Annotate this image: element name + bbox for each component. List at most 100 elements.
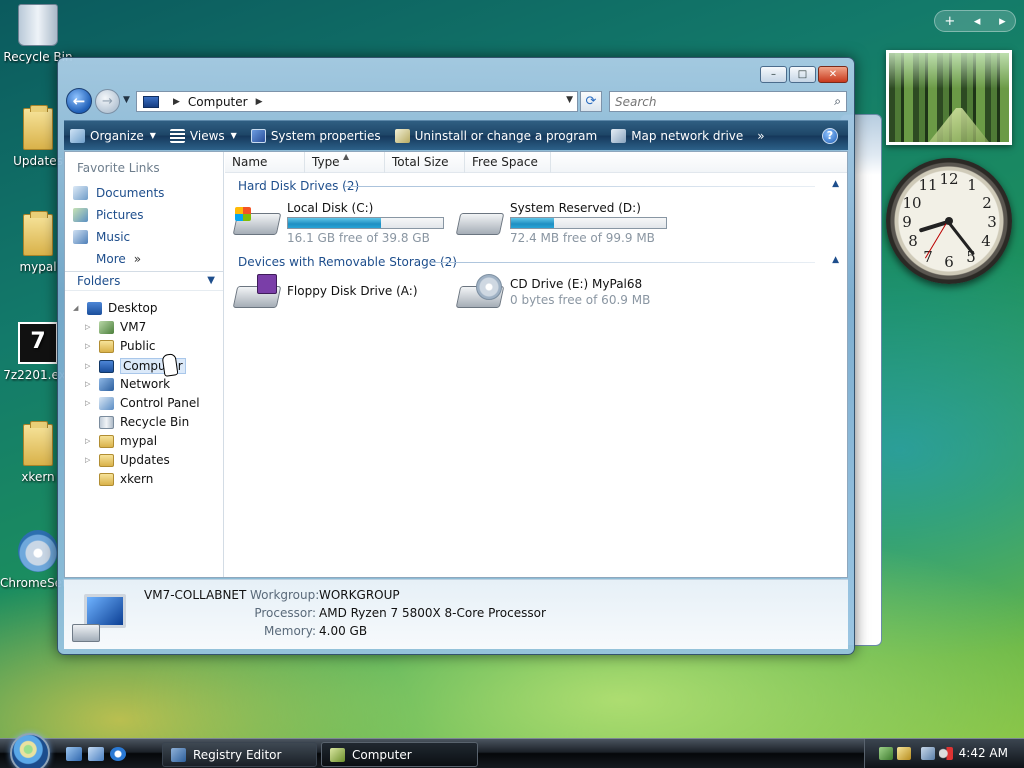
breadcrumb-arrow-icon[interactable]: ▶ — [256, 97, 263, 107]
expand-arrow-icon[interactable]: ▷ — [85, 456, 95, 464]
views-button[interactable]: Views ▼ — [169, 128, 237, 143]
tree-label: Control Panel — [120, 396, 200, 410]
expand-arrow-icon[interactable]: ▷ — [85, 323, 95, 331]
desktop-icon-recycle-bin[interactable]: Recycle Bin — [0, 4, 76, 64]
collapse-group-icon[interactable]: ▲ — [832, 179, 839, 189]
tree-item-public[interactable]: ▷ Public — [85, 339, 156, 353]
favorite-music[interactable]: Music — [73, 230, 130, 244]
recycle-bin-icon — [18, 4, 58, 46]
collapse-group-icon[interactable]: ▲ — [832, 255, 839, 265]
group-header-hard-disk-drives[interactable]: Hard Disk Drives (2) — [238, 179, 359, 193]
group-divider — [430, 262, 815, 263]
expand-arrow-icon[interactable]: ▷ — [85, 437, 95, 445]
drive-floppy-a[interactable]: Floppy Disk Drive (A:) — [232, 274, 418, 312]
security-center-icon[interactable] — [897, 747, 911, 760]
close-button[interactable]: ✕ — [818, 66, 848, 83]
switch-windows-icon[interactable] — [88, 747, 104, 761]
next-gadget-button[interactable]: ▸ — [999, 14, 1006, 29]
clock-number: 10 — [902, 194, 922, 212]
drive-name: Local Disk (C:) — [287, 201, 374, 215]
favorite-pictures[interactable]: Pictures — [73, 208, 144, 222]
forward-button[interactable]: → — [95, 89, 120, 114]
tree-label: Desktop — [108, 301, 158, 315]
taskbar-item-registry-editor[interactable]: Registry Editor — [162, 742, 317, 767]
add-gadget-button[interactable]: + — [944, 14, 955, 29]
refresh-button[interactable]: ⟳ — [580, 91, 602, 112]
tree-item-xkern[interactable]: xkern — [85, 472, 153, 486]
maximize-button[interactable]: □ — [789, 66, 816, 83]
column-free-space[interactable]: Free Space — [465, 152, 551, 173]
folder-icon — [99, 339, 114, 353]
more-commands-button[interactable]: » — [757, 129, 764, 143]
expand-arrow-icon[interactable]: ▷ — [85, 342, 95, 350]
clock-number: 1 — [967, 176, 977, 194]
volume-muted-icon[interactable] — [939, 747, 953, 760]
address-bar[interactable]: ▶ Computer ▶ ▼ — [136, 91, 578, 112]
drive-system-reserved-d[interactable]: System Reserved (D:) 72.4 MB free of 99.… — [455, 201, 667, 245]
drive-free-space: 16.1 GB free of 39.8 GB — [287, 231, 430, 245]
group-divider — [345, 186, 815, 187]
expand-arrow-icon[interactable]: ▷ — [85, 399, 95, 407]
tree-item-vm7[interactable]: ▷ VM7 — [85, 320, 146, 334]
internet-explorer-icon[interactable] — [110, 747, 126, 761]
show-desktop-icon[interactable] — [66, 747, 82, 761]
system-properties-icon — [250, 128, 266, 143]
sort-arrow-icon: ▲ — [343, 152, 350, 161]
breadcrumb-arrow-icon[interactable]: ▶ — [173, 97, 180, 107]
address-dropdown-icon[interactable]: ▼ — [566, 95, 573, 105]
taskbar-item-computer[interactable]: Computer — [321, 742, 478, 767]
tree-item-mypal[interactable]: ▷ mypal — [85, 434, 157, 448]
tree-item-desktop[interactable]: ◢ Desktop — [73, 301, 158, 315]
minimize-button[interactable]: – — [760, 66, 787, 83]
column-name[interactable]: Name — [225, 152, 305, 173]
processor-label: Processor: — [254, 606, 316, 620]
favorite-more[interactable]: More » — [96, 252, 141, 266]
workgroup-value: WORKGROUP — [319, 588, 400, 602]
window-controls: – □ ✕ — [760, 66, 848, 83]
installer-disc-icon — [18, 530, 58, 572]
search-icon[interactable]: ⌕ — [834, 94, 841, 109]
start-button[interactable] — [10, 733, 50, 768]
expand-arrow-icon[interactable]: ▷ — [85, 380, 95, 388]
breadcrumb-computer[interactable]: Computer — [188, 95, 248, 109]
drive-local-disk-c[interactable]: Local Disk (C:) 16.1 GB free of 39.8 GB — [232, 201, 444, 245]
usage-fill — [511, 218, 555, 228]
column-headers: Name Type ▲ Total Size Free Space — [225, 152, 847, 173]
clock-number: 12 — [939, 170, 959, 188]
tree-item-recycle-bin[interactable]: Recycle Bin — [85, 415, 189, 429]
drive-cd-e[interactable]: CD Drive (E:) MyPal68 0 bytes free of 60… — [455, 274, 650, 312]
column-type[interactable]: Type ▲ — [305, 152, 385, 173]
folders-label: Folders — [77, 274, 121, 288]
desktop-icon — [87, 301, 102, 315]
slideshow-gadget[interactable] — [886, 50, 1012, 145]
tree-item-control-panel[interactable]: ▷ Control Panel — [85, 396, 200, 410]
expand-arrow-icon[interactable]: ▷ — [85, 362, 95, 370]
collapse-arrow-icon[interactable]: ◢ — [73, 304, 83, 312]
system-properties-button[interactable]: System properties — [250, 128, 381, 143]
help-button[interactable]: ? — [822, 128, 838, 144]
column-total-size[interactable]: Total Size — [385, 152, 465, 173]
favorite-label: Pictures — [96, 208, 144, 222]
organize-button[interactable]: Organize ▼ — [70, 128, 156, 143]
previous-gadget-button[interactable]: ◂ — [974, 14, 981, 29]
tree-item-updates[interactable]: ▷ Updates — [85, 453, 170, 467]
recent-pages-dropdown[interactable]: ▼ — [123, 95, 130, 105]
favorite-documents[interactable]: Documents — [73, 186, 164, 200]
more-arrows-icon: » — [133, 252, 142, 266]
task-label: Computer — [352, 747, 412, 762]
clock-gadget[interactable]: 12 1 2 3 4 5 6 7 8 9 10 11 — [886, 158, 1012, 284]
drive-free-space: 72.4 MB free of 99.9 MB — [510, 231, 655, 245]
tree-item-network[interactable]: ▷ Network — [85, 377, 170, 391]
safely-remove-hardware-icon[interactable] — [879, 747, 893, 760]
group-header-removable-storage[interactable]: Devices with Removable Storage (2) — [238, 255, 457, 269]
chevron-down-icon: ▼ — [207, 275, 215, 286]
map-network-drive-button[interactable]: Map network drive — [611, 128, 743, 143]
folders-header[interactable]: Folders ▼ — [65, 271, 223, 291]
search-input[interactable] — [610, 92, 820, 111]
network-status-icon[interactable] — [921, 747, 935, 760]
back-button[interactable]: ← — [66, 88, 92, 114]
network-icon — [99, 377, 114, 391]
uninstall-program-button[interactable]: Uninstall or change a program — [394, 128, 598, 143]
uninstall-label: Uninstall or change a program — [414, 128, 598, 143]
system-clock[interactable]: 4:42 AM — [959, 746, 1008, 760]
